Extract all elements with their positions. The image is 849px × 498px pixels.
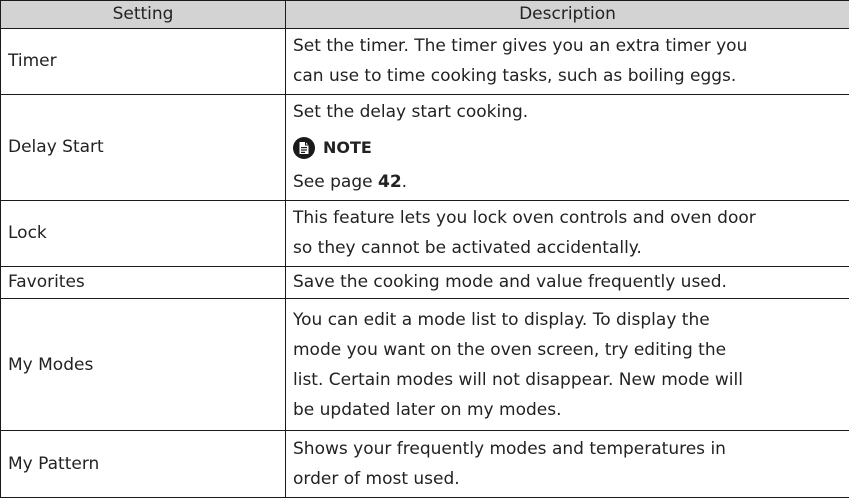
description-cell: Set the timer. The timer gives you an ex… bbox=[285, 28, 849, 95]
setting-cell: Lock bbox=[0, 199, 286, 267]
description-cell: This feature lets you lock oven controls… bbox=[285, 199, 849, 267]
table-row: Delay Start Set the delay start cooking.… bbox=[0, 93, 849, 201]
description-line: so they cannot be activated accidentally… bbox=[293, 238, 642, 259]
description-line: be updated later on my modes. bbox=[293, 399, 562, 420]
setting-cell: My Modes bbox=[0, 298, 286, 431]
page-reference-link[interactable]: 42 bbox=[378, 172, 402, 192]
settings-table: Setting Description Timer Set the timer.… bbox=[0, 0, 849, 498]
table-row: Favorites Save the cooking mode and valu… bbox=[0, 265, 849, 300]
note-body: See page 42. bbox=[293, 167, 849, 197]
header-setting: Setting bbox=[0, 0, 286, 29]
table-row: Lock This feature lets you lock oven con… bbox=[0, 199, 849, 267]
setting-cell: Timer bbox=[0, 28, 286, 95]
description-line: Set the timer. The timer gives you an ex… bbox=[293, 36, 748, 57]
note-heading: NOTE bbox=[293, 133, 849, 163]
description-line: list. Certain modes will not disappear. … bbox=[293, 369, 743, 390]
description-cell: Save the cooking mode and value frequent… bbox=[285, 265, 849, 300]
note-label: NOTE bbox=[323, 138, 372, 158]
description-line: mode you want on the oven screen, try ed… bbox=[293, 339, 727, 360]
description-line: Set the delay start cooking. bbox=[293, 102, 529, 123]
description-cell: Set the delay start cooking. NOTE See pa… bbox=[285, 93, 849, 201]
description-line: order of most used. bbox=[293, 469, 460, 489]
description-cell: You can edit a mode list to display. To … bbox=[285, 298, 849, 431]
note-document-icon bbox=[293, 137, 315, 160]
setting-cell: My Pattern bbox=[0, 430, 286, 498]
note-suffix: . bbox=[401, 172, 408, 193]
description-line: You can edit a mode list to display. To … bbox=[293, 309, 710, 330]
description-line: This feature lets you lock oven controls… bbox=[293, 208, 756, 229]
table-header-row: Setting Description bbox=[0, 0, 849, 29]
note-prefix: See page bbox=[293, 172, 378, 193]
setting-cell: Delay Start bbox=[0, 93, 286, 201]
table-row: Timer Set the timer. The timer gives you… bbox=[0, 28, 849, 95]
description-line: Shows your frequently modes and temperat… bbox=[293, 439, 726, 459]
table-row: My Modes You can edit a mode list to dis… bbox=[0, 298, 849, 431]
description-cell: Shows your frequently modes and temperat… bbox=[285, 430, 849, 498]
description-line: Save the cooking mode and value frequent… bbox=[293, 272, 727, 293]
description-line: can use to time cooking tasks, such as b… bbox=[293, 66, 737, 87]
table-row: My Pattern Shows your frequently modes a… bbox=[0, 430, 849, 498]
header-description: Description bbox=[285, 0, 849, 29]
setting-cell: Favorites bbox=[0, 265, 286, 300]
